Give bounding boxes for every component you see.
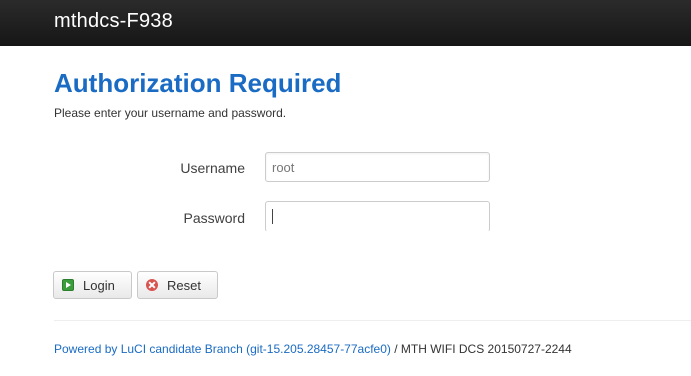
reset-button[interactable]: Reset — [137, 271, 218, 299]
password-input[interactable] — [265, 201, 490, 232]
top-bar: mthdcs-F938 — [0, 0, 691, 46]
footer-separator: / — [390, 342, 401, 356]
login-button-label: Login — [83, 277, 115, 293]
login-icon — [62, 279, 74, 291]
username-label: Username — [180, 160, 245, 176]
reset-icon — [146, 279, 158, 291]
username-input[interactable] — [265, 152, 490, 182]
luci-link[interactable]: Powered by LuCI candidate Branch (git-15… — [54, 342, 391, 356]
footer-divider — [54, 320, 691, 321]
footer: Powered by LuCI candidate Branch (git-15… — [54, 342, 572, 356]
brand-title[interactable]: mthdcs-F938 — [54, 10, 173, 33]
login-button[interactable]: Login — [53, 271, 132, 299]
firmware-version: MTH WIFI DCS 20150727-2244 — [400, 342, 572, 356]
password-label: Password — [183, 210, 245, 226]
page-title: Authorization Required — [54, 68, 342, 98]
text-cursor — [272, 209, 273, 224]
reset-button-label: Reset — [167, 277, 201, 293]
page-description: Please enter your username and password. — [54, 106, 287, 120]
